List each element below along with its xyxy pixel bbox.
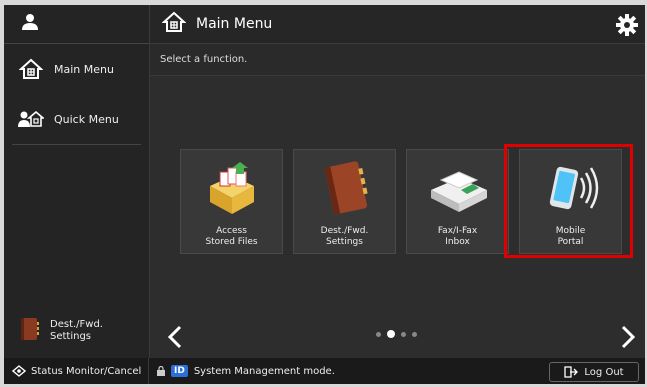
instruction-text: Select a function. — [150, 44, 645, 76]
page-indicator — [376, 330, 417, 338]
chevron-left-icon — [167, 325, 182, 349]
home-icon — [18, 57, 44, 81]
tile-fax-ifax-inbox[interactable]: Fax/I-Fax Inbox — [406, 149, 509, 254]
chevron-right-icon — [621, 325, 636, 349]
sidebar-item-label: Quick Menu — [54, 112, 119, 126]
tile-access-stored-files[interactable]: Access Stored Files — [180, 149, 283, 254]
sidebar-divider — [12, 144, 141, 145]
tile-label: Dest./Fwd. Settings — [294, 226, 395, 248]
next-page-button[interactable] — [619, 323, 637, 351]
label-line-2: Settings — [50, 331, 92, 342]
previous-page-button[interactable] — [166, 323, 184, 351]
fax-inbox-icon — [407, 156, 508, 220]
sidebar-item-label: Main Menu — [54, 62, 114, 76]
logout-label: Log Out — [584, 366, 624, 378]
lock-icon — [157, 366, 165, 376]
tile-label-line-1: Dest./Fwd. — [320, 226, 369, 236]
status-monitor-icon — [12, 365, 26, 377]
tile-label-line-2: Stored Files — [205, 237, 258, 247]
status-message-area: ID System Management mode. — [149, 365, 335, 377]
sidebar-item-label: Dest./Fwd. Settings — [50, 319, 103, 343]
tile-label-line-1: Access — [216, 226, 247, 236]
tile-label-line-1: Fax/I-Fax — [437, 226, 478, 236]
page-dot — [412, 331, 417, 337]
gear-icon[interactable] — [615, 13, 639, 37]
quick-menu-icon — [18, 107, 44, 131]
main-header: Main Menu — [150, 5, 645, 44]
sidebar-item-main-menu[interactable]: Main Menu — [4, 44, 149, 94]
tile-label-line-2: Settings — [326, 237, 363, 247]
logout-button[interactable]: Log Out — [549, 362, 639, 382]
home-icon — [161, 11, 187, 37]
address-book-icon — [18, 316, 40, 346]
sidebar-item-quick-menu[interactable]: Quick Menu — [4, 94, 149, 144]
stored-files-icon — [181, 156, 282, 220]
page-dot-active — [387, 330, 395, 338]
sidebar-item-dest-fwd-settings[interactable]: Dest./Fwd. Settings — [4, 308, 163, 354]
tile-dest-fwd-settings[interactable]: Dest./Fwd. Settings — [293, 149, 396, 254]
page-dot — [401, 331, 406, 337]
tile-label: Access Stored Files — [181, 226, 282, 248]
sidebar-header — [4, 5, 149, 44]
highlight-box — [504, 144, 633, 258]
address-book-icon — [294, 156, 395, 220]
tile-label-line-2: Inbox — [445, 237, 470, 247]
status-bar: Status Monitor/Cancel ID System Manageme… — [4, 358, 645, 384]
label-line-1: Dest./Fwd. — [50, 319, 103, 330]
device-screen: Main Menu Quick Menu Dest./Fwd. Settings… — [4, 5, 645, 384]
tile-label: Fax/I-Fax Inbox — [407, 226, 508, 248]
status-monitor-button[interactable]: Status Monitor/Cancel — [4, 358, 149, 384]
sidebar: Main Menu Quick Menu Dest./Fwd. Settings — [4, 5, 150, 358]
status-message: System Management mode. — [193, 365, 335, 377]
status-monitor-label: Status Monitor/Cancel — [31, 365, 142, 377]
id-badge: ID — [171, 365, 188, 377]
user-icon[interactable] — [20, 13, 40, 35]
page-dot — [376, 331, 381, 337]
logout-icon — [564, 366, 579, 378]
page-title: Main Menu — [196, 16, 273, 32]
